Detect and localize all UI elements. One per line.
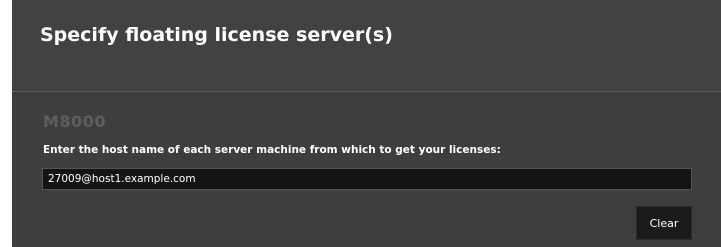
product-name: M8000 bbox=[43, 112, 106, 131]
license-server-host-input[interactable] bbox=[42, 168, 692, 190]
dialog-title: Specify floating license server(s) bbox=[40, 24, 393, 46]
host-name-instruction: Enter the host name of each server machi… bbox=[43, 144, 501, 156]
dialog-body: M8000 Enter the host name of each server… bbox=[12, 92, 721, 247]
clear-button[interactable]: Clear bbox=[636, 206, 692, 240]
dialog-header: Specify floating license server(s) bbox=[12, 0, 721, 91]
license-server-dialog: Specify floating license server(s) M8000… bbox=[12, 0, 721, 247]
